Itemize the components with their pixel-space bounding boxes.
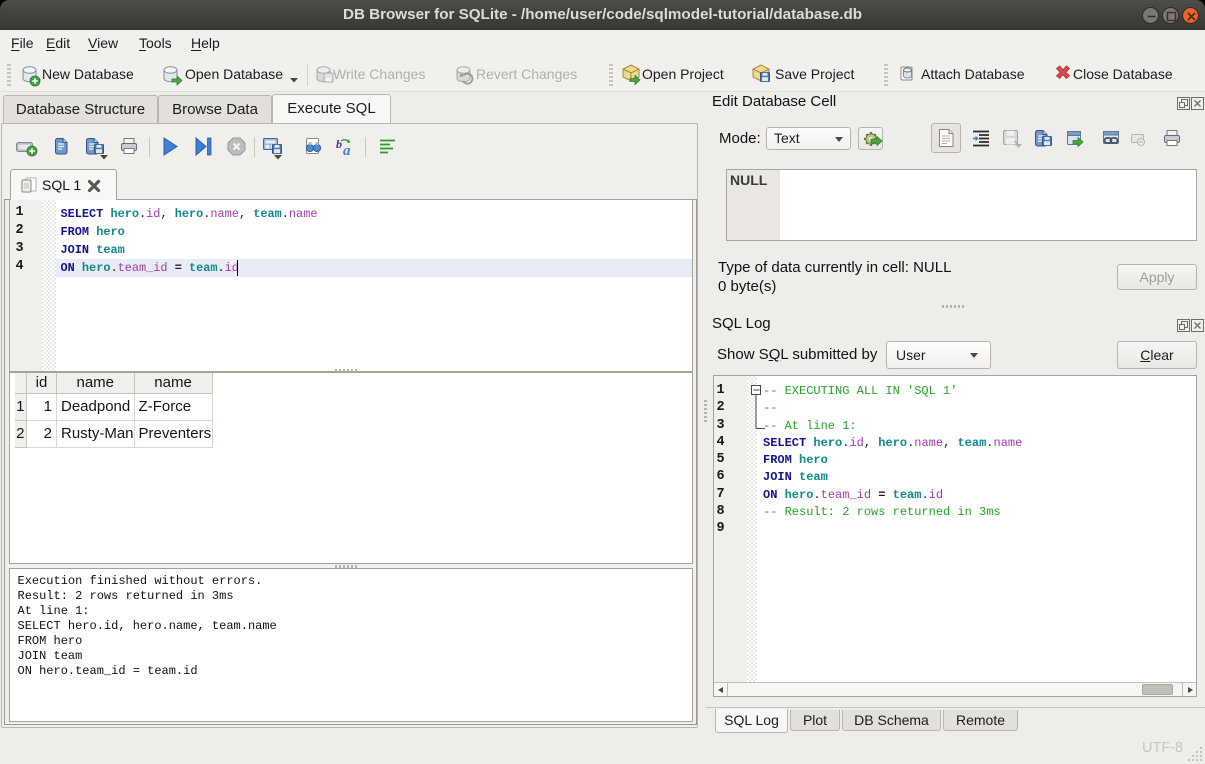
- svg-text:b: b: [336, 137, 342, 151]
- svg-text:a: a: [343, 143, 351, 159]
